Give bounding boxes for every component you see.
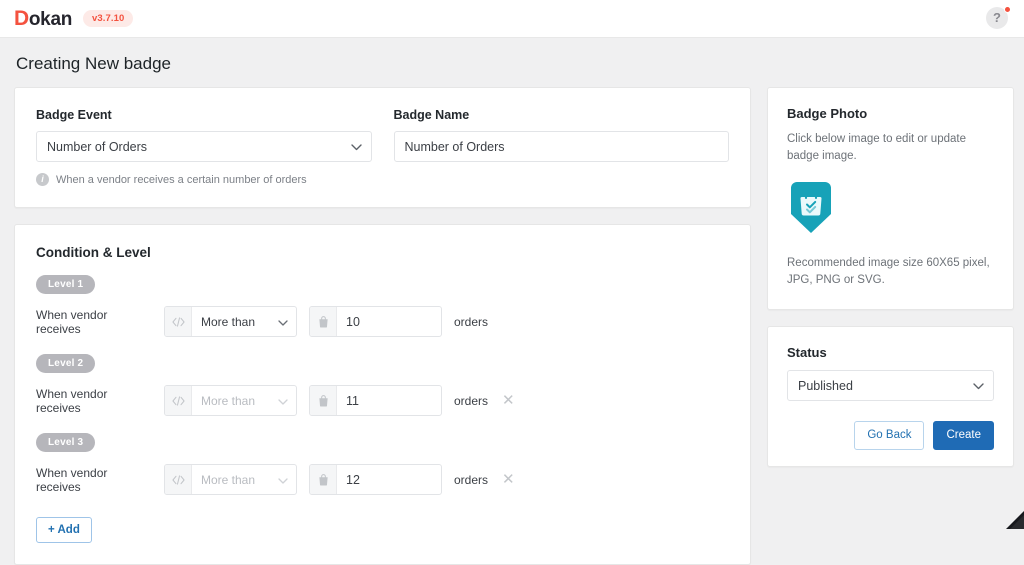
create-button[interactable]: Create	[933, 421, 994, 450]
add-level-button[interactable]: + Add	[36, 517, 92, 543]
condition-select[interactable]: More than	[192, 465, 296, 494]
amount-input-group[interactable]	[309, 306, 442, 337]
sidebar-column: Badge Photo Click below image to edit or…	[767, 87, 1014, 467]
shopping-bag-icon	[310, 307, 337, 336]
amount-input[interactable]	[337, 465, 441, 494]
notification-dot-icon	[1004, 5, 1011, 13]
badge-event-select[interactable]: Number of Orders	[36, 131, 372, 162]
go-back-button[interactable]: Go Back	[854, 421, 925, 450]
status-action-row: Go Back Create	[787, 421, 994, 450]
badge-photo-title: Badge Photo	[787, 106, 868, 121]
badge-photo-card: Badge Photo Click below image to edit or…	[767, 87, 1014, 310]
badge-event-helper: i When a vendor receives a certain numbe…	[36, 173, 372, 186]
condition-select[interactable]: More than	[192, 386, 296, 415]
condition-select[interactable]: More than	[192, 307, 296, 336]
condition-row: When vendor receives More than	[36, 464, 729, 495]
condition-select-wrapper[interactable]: More than	[192, 386, 296, 415]
unit-label: orders	[454, 314, 489, 329]
amount-input[interactable]	[337, 386, 441, 415]
condition-level-card: Condition & Level Level 1 When vendor re…	[14, 224, 751, 565]
badge-name-label: Badge Name	[393, 108, 470, 122]
badge-event-select-wrapper[interactable]: Number of Orders	[36, 131, 372, 162]
info-icon: i	[36, 173, 49, 186]
help-button-wrapper[interactable]: ?	[986, 5, 1011, 31]
status-card: Status Published Go Back Create	[767, 326, 1014, 467]
condition-row: When vendor receives More than	[36, 385, 729, 416]
unit-label: orders	[454, 472, 489, 487]
condition-row: When vendor receives More than	[36, 306, 729, 337]
condition-select-group[interactable]: More than	[164, 464, 297, 495]
badge-shield-bag-icon[interactable]	[787, 180, 835, 240]
status-select-wrapper[interactable]: Published	[787, 370, 994, 401]
main-column: Badge Event Number of Orders i When a ve…	[14, 87, 751, 565]
condition-select-wrapper[interactable]: More than	[192, 307, 296, 336]
shopping-bag-icon	[310, 465, 337, 494]
badge-event-field: Badge Event Number of Orders i When a ve…	[36, 108, 372, 186]
condition-row-label: When vendor receives	[36, 307, 108, 336]
level-pill: Level 3	[36, 433, 96, 452]
badge-name-field: Badge Name	[393, 108, 729, 186]
code-icon	[165, 465, 192, 494]
condition-level-title: Condition & Level	[36, 245, 151, 260]
level-block: Level 3 When vendor receives More than 1…	[36, 432, 729, 495]
badge-info-row: Badge Event Number of Orders i When a ve…	[36, 108, 729, 186]
badge-photo-note: Recommended image size 60X65 pixel, JPG,…	[787, 256, 990, 286]
page-title: Creating New badge	[16, 54, 171, 73]
condition-row-label: When vendor receives	[36, 465, 108, 494]
condition-select-group[interactable]: More than	[164, 306, 297, 337]
condition-select-wrapper[interactable]: More than	[192, 465, 296, 494]
code-icon	[165, 307, 192, 336]
badge-event-label: Badge Event	[36, 108, 112, 122]
amount-input[interactable]	[337, 307, 441, 336]
badge-photo-description: Click below image to edit or update badg…	[787, 133, 966, 163]
amount-input-group[interactable]	[309, 464, 442, 495]
condition-row-label: When vendor receives	[36, 386, 108, 415]
level-block: Level 2 When vendor receives More than 1…	[36, 353, 729, 416]
page-layout: Badge Event Number of Orders i When a ve…	[0, 87, 1024, 565]
version-badge: v3.7.10	[83, 10, 134, 27]
code-icon	[165, 386, 192, 415]
dokan-logo[interactable]: Dokan	[14, 7, 72, 31]
badge-info-card: Badge Event Number of Orders i When a ve…	[14, 87, 751, 208]
badge-name-input[interactable]	[393, 131, 729, 162]
condition-select-group[interactable]: More than	[164, 385, 297, 416]
logo-letter-d: D	[14, 6, 29, 30]
unit-label: orders	[454, 393, 489, 408]
top-bar: Dokan v3.7.10 ?	[0, 0, 1024, 38]
remove-level-icon[interactable]: ✕	[502, 393, 515, 408]
badge-event-helper-text: When a vendor receives a certain number …	[56, 173, 307, 186]
logo-text: okan	[28, 8, 73, 30]
shopping-bag-icon	[310, 386, 337, 415]
level-pill: Level 1	[36, 275, 96, 294]
level-block: Level 1 When vendor receives More than 1…	[36, 274, 729, 337]
page-header: Creating New badge	[0, 38, 1024, 87]
level-pill: Level 2	[36, 354, 96, 373]
amount-input-group[interactable]	[309, 385, 442, 416]
status-title: Status	[787, 345, 827, 360]
status-select[interactable]: Published	[787, 370, 994, 401]
remove-level-icon[interactable]: ✕	[502, 472, 515, 487]
